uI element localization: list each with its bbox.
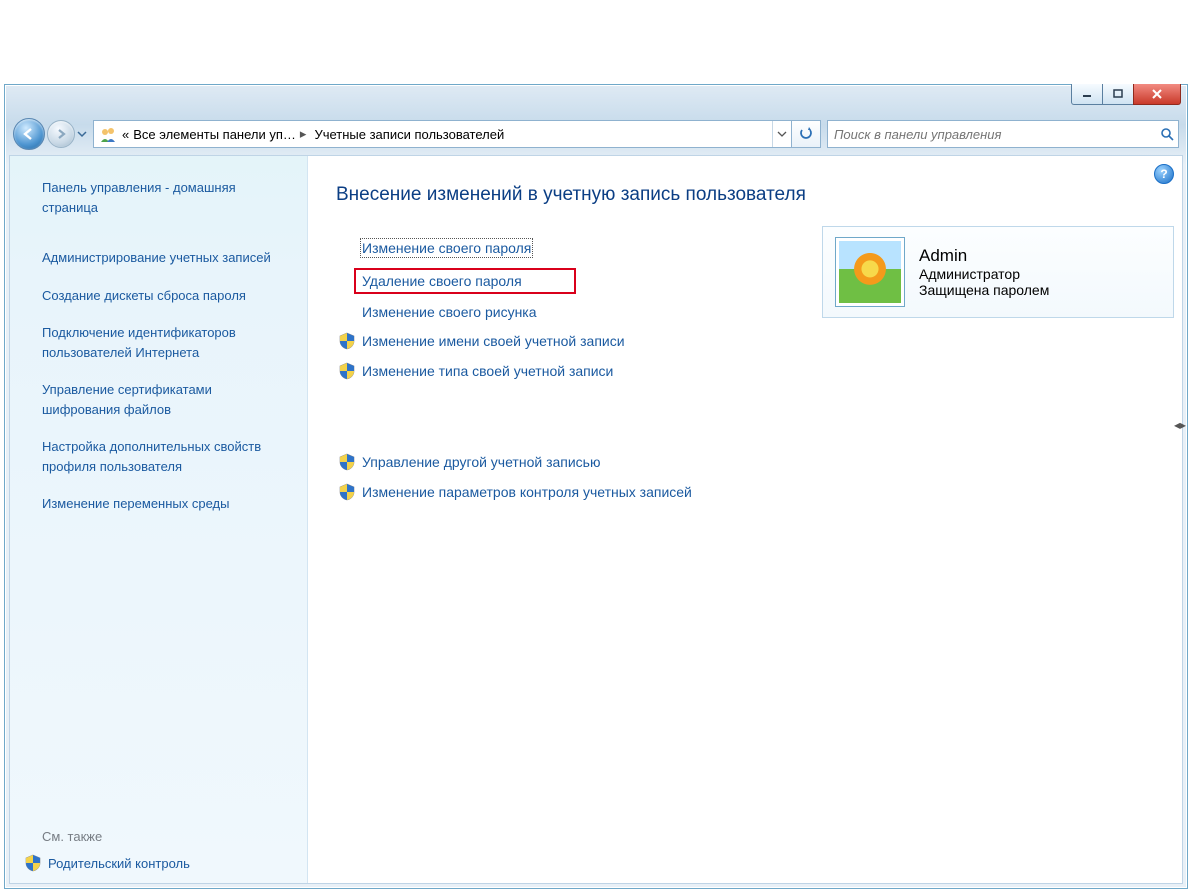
- uac-shield-icon: [338, 332, 356, 350]
- arrow-left-icon: [22, 127, 36, 141]
- task-change-account-type[interactable]: Изменение типа своей учетной записи: [362, 362, 812, 380]
- task-group-gap: [362, 392, 812, 448]
- search-bar: [827, 120, 1179, 148]
- breadcrumb-segment-1[interactable]: Все элементы панели уп… ▸: [131, 121, 312, 147]
- refresh-icon: [799, 127, 813, 141]
- task-label: Удаление своего пароля: [362, 273, 522, 289]
- sidebar-spacer: [42, 523, 285, 811]
- task-change-account-name[interactable]: Изменение имени своей учетной записи: [362, 332, 812, 350]
- user-password-status: Защищена паролем: [919, 282, 1049, 298]
- breadcrumb-label: Все элементы панели уп…: [133, 127, 296, 142]
- history-dropdown[interactable]: [75, 121, 89, 147]
- chevron-down-icon: [78, 132, 86, 137]
- arrow-right-icon: [55, 128, 67, 140]
- task-uac-settings[interactable]: Изменение параметров контроля учетных за…: [362, 483, 812, 501]
- maximize-button[interactable]: [1102, 84, 1134, 105]
- sidebar-seealso-heading: См. также: [42, 829, 285, 844]
- breadcrumb-separator-icon: ▸: [300, 126, 307, 142]
- task-label: Изменение параметров контроля учетных за…: [362, 484, 692, 500]
- breadcrumb-label: Учетные записи пользователей: [314, 127, 504, 142]
- user-role: Администратор: [919, 266, 1049, 282]
- uac-shield-icon: [338, 483, 356, 501]
- client-area: ? Панель управления - домашняя страница …: [9, 155, 1183, 884]
- sidebar-task-advanced-profile[interactable]: Настройка дополнительных свойств профиля…: [42, 437, 285, 476]
- task-manage-other-account[interactable]: Управление другой учетной записью: [362, 453, 812, 471]
- user-picture: [835, 237, 905, 307]
- user-picture-image: [839, 241, 901, 303]
- task-delete-password[interactable]: Удаление своего пароля: [354, 268, 576, 294]
- sidebar-home-link[interactable]: Панель управления - домашняя страница: [42, 178, 285, 217]
- explorer-window: « Все элементы панели уп… ▸ Учетные запи…: [4, 84, 1188, 889]
- close-button[interactable]: [1133, 84, 1181, 105]
- minimize-icon: [1082, 89, 1092, 99]
- navigation-bar: « Все элементы панели уп… ▸ Учетные запи…: [13, 117, 1179, 151]
- task-label: Изменение своего рисунка: [362, 304, 537, 320]
- account-tasks: Изменение своего пароля Удаление своего …: [362, 240, 812, 501]
- right-scroll-hint-icon: ◂▸: [1174, 418, 1186, 432]
- task-label: Изменение имени своей учетной записи: [362, 333, 625, 349]
- sidebar: Панель управления - домашняя страница Ад…: [10, 156, 308, 883]
- task-change-password[interactable]: Изменение своего пароля: [362, 240, 812, 256]
- address-dropdown[interactable]: [772, 121, 791, 147]
- breadcrumb-overflow[interactable]: «: [120, 121, 131, 147]
- address-bar[interactable]: « Все элементы панели уп… ▸ Учетные запи…: [93, 120, 821, 148]
- chevron-down-icon: [778, 132, 786, 137]
- task-label: Изменение типа своей учетной записи: [362, 363, 613, 379]
- page-heading: Внесение изменений в учетную запись поль…: [336, 184, 1154, 206]
- maximize-icon: [1113, 89, 1123, 99]
- content-pane: Внесение изменений в учетную запись поль…: [308, 156, 1182, 883]
- forward-button[interactable]: [47, 120, 75, 148]
- search-input[interactable]: [828, 127, 1156, 142]
- search-icon: [1160, 127, 1174, 141]
- user-name: Admin: [919, 246, 1049, 266]
- close-icon: [1151, 89, 1163, 99]
- sidebar-task-manage-certs[interactable]: Управление сертификатами шифрования файл…: [42, 380, 285, 419]
- minimize-button[interactable]: [1071, 84, 1103, 105]
- refresh-button[interactable]: [791, 121, 820, 147]
- task-change-picture[interactable]: Изменение своего рисунка: [362, 304, 812, 320]
- breadcrumb-segment-2[interactable]: Учетные записи пользователей: [312, 121, 506, 147]
- search-button[interactable]: [1156, 127, 1178, 141]
- sidebar-parental-controls-link[interactable]: Родительский контроль: [48, 854, 190, 874]
- user-meta: Admin Администратор Защищена паролем: [919, 246, 1049, 298]
- uac-shield-icon: [338, 362, 356, 380]
- sidebar-task-env-vars[interactable]: Изменение переменных среды: [42, 494, 285, 514]
- sidebar-task-reset-disk[interactable]: Создание дискеты сброса пароля: [42, 286, 285, 306]
- uac-shield-icon: [338, 453, 356, 471]
- current-user-card: Admin Администратор Защищена паролем: [822, 226, 1174, 318]
- task-label: Управление другой учетной записью: [362, 454, 600, 470]
- back-button[interactable]: [13, 118, 45, 150]
- task-label: Изменение своего пароля: [362, 240, 531, 256]
- user-accounts-icon: [98, 124, 118, 144]
- uac-shield-icon: [24, 854, 42, 872]
- sidebar-task-link-online-ids[interactable]: Подключение идентификаторов пользователе…: [42, 323, 285, 362]
- sidebar-task-admin-accounts[interactable]: Администрирование учетных записей: [42, 248, 285, 268]
- window-caption-buttons: [1072, 84, 1181, 105]
